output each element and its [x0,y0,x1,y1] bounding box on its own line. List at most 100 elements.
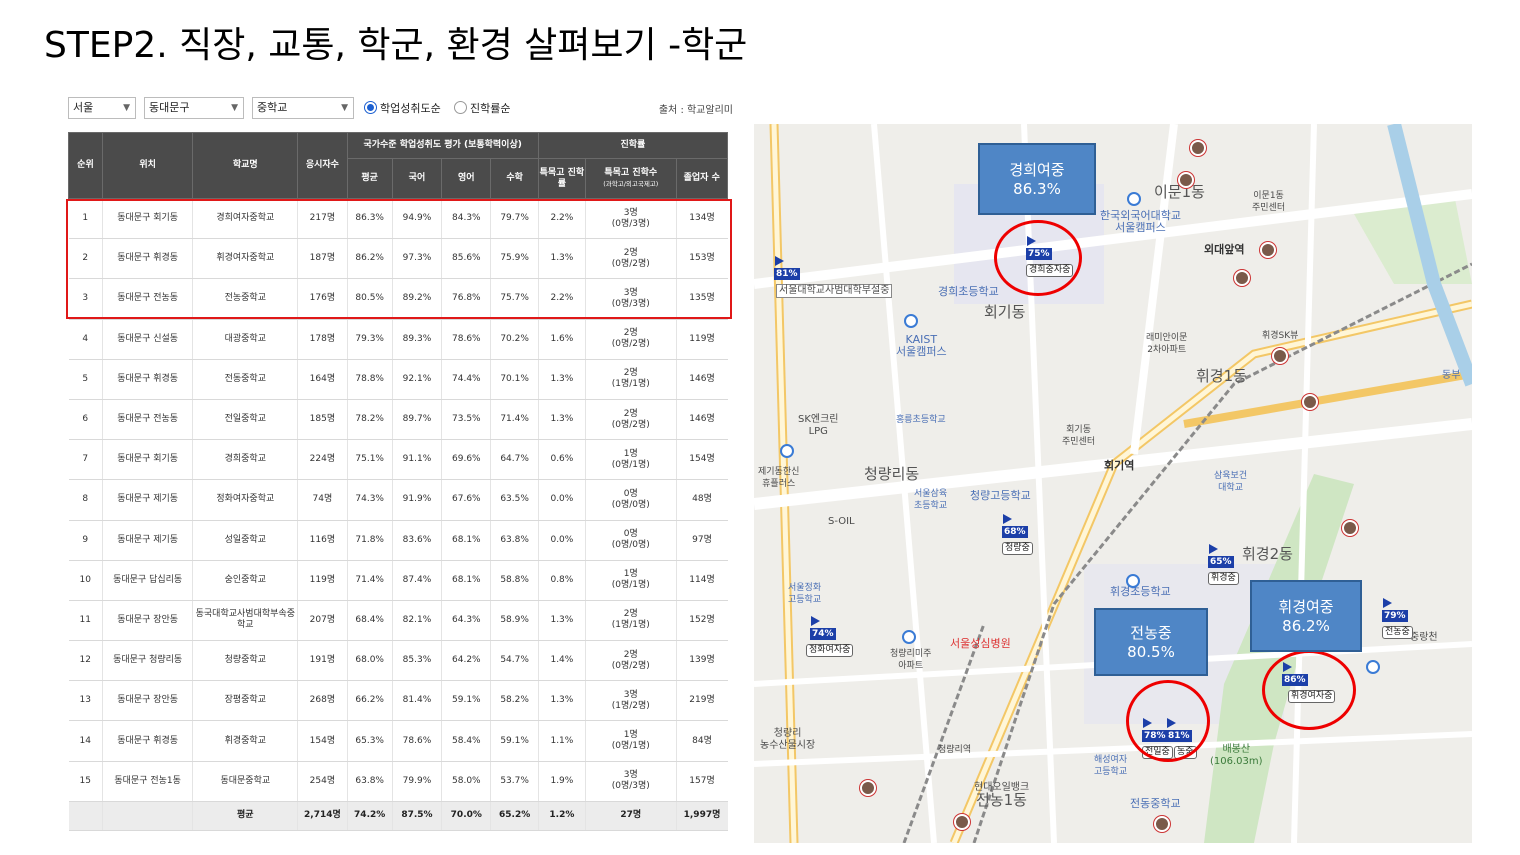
flag-cheongnyang[interactable]: 68% [1002,514,1028,538]
tag-cheongnyang[interactable]: 청량중 [1002,542,1033,555]
cell-location: 동대문구 장안동 [101,600,193,642]
district-select[interactable]: 동대문구 ▼ [144,97,244,119]
cell-special-rate: 1.3% [537,680,586,722]
avg-cell-graduates: 1,997명 [675,801,728,831]
profile-avatar-icon[interactable] [1342,520,1358,536]
cell-special-count-value: 2명 [623,649,638,660]
table-row[interactable]: 2 동대문구 휘경동 휘경여자중학교 187명 86.2% 97.3% 85.6% 75.9%… [68,238,728,280]
cell-korean: 81.4% [391,680,442,722]
table-row[interactable]: 13 동대문구 장안동 장평중학교 268명 66.2% 81.4% 59.1% 58.2% 1… [68,680,728,722]
cell-math: 54.7% [490,640,539,682]
cell-rank: 8 [68,479,103,521]
table-row[interactable]: 10 동대문구 답십리동 숭인중학교 119명 71.4% 87.4% 68.1% 58.8%… [68,560,728,601]
cell-special-count: 3명 (0명/3명) [585,761,676,802]
cell-avg: 86.3% [346,198,393,240]
cell-location: 동대문구 답십리동 [101,560,193,601]
label-hoegi-center: 회기동 주민센터 [1062,425,1096,447]
cell-rank: 7 [68,439,103,481]
school-pin-icon[interactable] [1366,660,1380,674]
profile-avatar-icon[interactable] [954,814,970,830]
flag-jeondong[interactable]: 79% [1382,598,1408,622]
cell-special-rate: 1.3% [537,600,586,642]
flag-jeonghwa-girls[interactable]: 74% [810,616,836,640]
tag-hwikyung[interactable]: 휘경중 [1208,572,1239,585]
profile-avatar-icon[interactable] [1154,816,1170,832]
flag-hwikyung[interactable]: 65% [1208,544,1234,568]
label-hyundai: 현대오일뱅크 [974,782,1030,793]
cell-special-count: 1명 (0명/1명) [585,720,676,762]
school-pin-icon[interactable] [902,630,916,644]
cell-math: 59.1% [490,720,539,762]
school-pin-icon[interactable] [1126,574,1140,588]
cell-examinees: 217명 [297,198,348,240]
cell-special-rate: 1.1% [537,720,586,762]
profile-avatar-icon[interactable] [1190,140,1206,156]
profile-avatar-icon[interactable] [1302,394,1318,410]
callout-kyunghee-name: 경희여중 [1009,161,1065,179]
cell-examinees: 74명 [297,479,348,521]
cell-school: 전농중학교 [192,278,298,320]
school-level-select[interactable]: 중학교 ▼ [252,97,354,119]
school-pin-icon[interactable] [904,314,918,328]
label-ramian: 래미안이문 2차아파트 [1146,333,1188,355]
cell-korean: 91.1% [391,439,442,481]
school-level-select-value: 중학교 [257,101,288,114]
profile-avatar-icon[interactable] [1178,172,1194,188]
callout-hwikyung-name: 휘경여중 [1278,598,1334,616]
radio-achievement-order[interactable]: 학업성취도순 [364,100,441,116]
cell-location: 동대문구 회기동 [101,439,193,481]
cell-school: 경희여자중학교 [192,198,298,240]
cell-special-count-value: 1명 [623,569,638,580]
region-select[interactable]: 서울 ▼ [68,97,136,119]
cell-school: 청량중학교 [192,640,298,682]
flag-seoul-univ-middle[interactable]: 81% [774,256,800,280]
label-market: 청량리 농수산물시장 [760,728,816,751]
label-hoegi-station: 회기역 [1104,459,1135,472]
profile-avatar-icon[interactable] [860,780,876,796]
tag-jeondong[interactable]: 전농중 [1382,626,1413,639]
table-row[interactable]: 5 동대문구 휘경동 전동중학교 164명 78.8% 92.1% 74.4% 70.1% 1.… [68,359,728,400]
cell-english: 58.0% [441,761,491,802]
school-pin-icon[interactable] [780,444,794,458]
cell-location: 동대문구 회기동 [101,198,193,240]
cell-rank: 10 [68,560,103,601]
table-row[interactable]: 3 동대문구 전농동 전농중학교 176명 80.5% 89.2% 76.8% 75.7% 2.… [68,278,728,320]
cell-location: 동대문구 휘경동 [101,359,193,400]
profile-avatar-icon[interactable] [1260,242,1276,258]
district-map[interactable]: 이문1동 회기동 휘경1동 휘경2동 청량리동 전농1동 회기역 외대앞역 KA… [754,124,1472,843]
header-avg: 평균 [346,158,393,199]
header-advance-group: 진학률 [537,132,729,159]
radio-advance-order[interactable]: 진학률순 [454,100,510,116]
cell-avg: 74.3% [346,479,393,521]
header-math: 수학 [490,158,539,199]
profile-avatar-icon[interactable] [1272,348,1288,364]
table-row[interactable]: 7 동대문구 회기동 경희중학교 224명 75.1% 91.1% 69.6% 64.7% 0.… [68,439,728,481]
profile-avatar-icon[interactable] [1234,270,1250,286]
table-row[interactable]: 9 동대문구 제기동 성일중학교 116명 71.8% 83.6% 68.1% 63.8% 0.… [68,520,728,561]
table-row[interactable]: 14 동대문구 휘경동 휘경중학교 154명 65.3% 78.6% 58.4% 59.1% 1… [68,720,728,762]
cell-english: 85.6% [441,238,491,280]
cell-rank: 2 [68,238,103,280]
cell-special-rate: 1.9% [537,761,586,802]
avg-cell-empty [68,801,103,831]
cell-examinees: 268명 [297,680,348,722]
cell-rank: 4 [68,319,103,360]
school-pin-icon[interactable] [1127,192,1141,206]
cell-location: 동대문구 전농동 [101,399,193,441]
cell-special-count-value: 1명 [623,448,638,459]
cell-graduates: 97명 [675,520,728,561]
label-hwikyung-sk: 휘경SK뷰 [1262,331,1299,341]
tag-jeonghwa-girls[interactable]: 정화여자중 [806,644,854,657]
table-row[interactable]: 11 동대문구 장안동 동국대학교사범대학부속중학교 207명 68.4% 82.1% 64… [68,600,728,642]
table-row[interactable]: 4 동대문구 신설동 대광중학교 178명 79.3% 89.3% 78.6% 70.2% 1.… [68,319,728,360]
cell-graduates: 154명 [675,439,728,481]
cell-english: 68.1% [441,560,491,601]
table-row[interactable]: 8 동대문구 제기동 정화여자중학교 74명 74.3% 91.9% 67.6% 63.5% 0… [68,479,728,521]
table-row[interactable]: 12 동대문구 청량리동 청량중학교 191명 68.0% 85.3% 64.2% 54.7%… [68,640,728,682]
table-row[interactable]: 15 동대문구 전농1동 동대문중학교 254명 63.8% 79.9% 58.0% 53.7… [68,761,728,802]
table-row[interactable]: 1 동대문구 회기동 경희여자중학교 217명 86.3% 94.9% 84.3% 79.7%… [68,198,728,240]
cell-rank: 15 [68,761,103,802]
cell-school: 숭인중학교 [192,560,298,601]
table-row[interactable]: 6 동대문구 전농동 전일중학교 185명 78.2% 89.7% 73.5% 71.4% 1.… [68,399,728,441]
cell-special-count-value: 3명 [623,770,638,781]
